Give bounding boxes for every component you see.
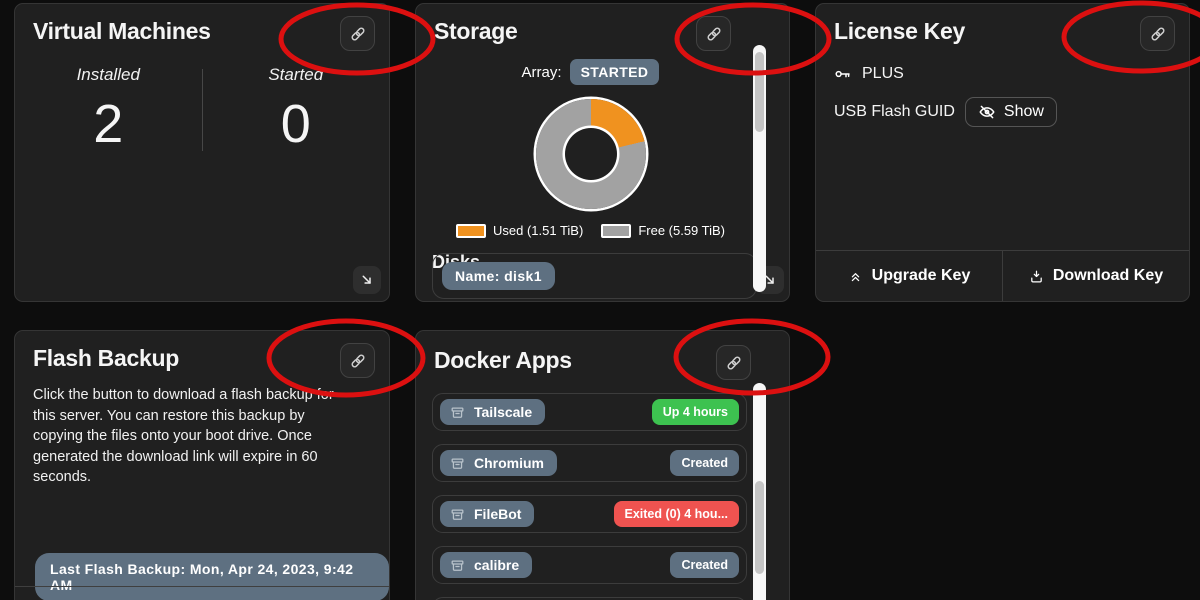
license-tier-row: PLUS bbox=[834, 65, 1171, 83]
array-status-row: Array: STARTED bbox=[432, 59, 749, 85]
guid-label: USB Flash GUID bbox=[834, 103, 955, 121]
flash-backup-title: Flash Backup bbox=[33, 343, 179, 373]
angles-up-icon bbox=[848, 269, 863, 284]
array-status-badge: STARTED bbox=[570, 59, 660, 85]
vm-started-label: Started bbox=[203, 65, 390, 85]
license-tier: PLUS bbox=[862, 65, 904, 83]
docker-app-name: FileBot bbox=[474, 506, 521, 522]
free-legend-label: Free (5.59 TiB) bbox=[638, 223, 725, 238]
docker-app-name-badge[interactable]: Chromium bbox=[440, 450, 557, 476]
resize-arrow-icon bbox=[358, 271, 376, 289]
vm-started-value: 0 bbox=[203, 93, 390, 155]
card-header: Virtual Machines bbox=[15, 4, 389, 51]
flash-backup-card: Flash Backup Click the button to downloa… bbox=[14, 330, 390, 600]
container-icon bbox=[450, 507, 465, 522]
storage-title: Storage bbox=[434, 16, 518, 46]
flash-footer-divider bbox=[15, 586, 389, 587]
storage-card: Storage Array: STARTED Used (1.51 TiB) bbox=[415, 3, 790, 302]
docker-app-name: calibre bbox=[474, 557, 519, 573]
docker-app-status-badge: Created bbox=[670, 552, 739, 578]
container-icon bbox=[450, 456, 465, 471]
vm-installed-value: 2 bbox=[15, 93, 202, 155]
free-swatch bbox=[601, 224, 631, 238]
used-swatch bbox=[456, 224, 486, 238]
card-header: Flash Backup bbox=[15, 331, 389, 378]
license-footer: Upgrade Key Download Key bbox=[816, 250, 1189, 301]
license-guid-row: USB Flash GUID Show bbox=[834, 97, 1171, 127]
vm-stats: Installed 2 Started 0 bbox=[15, 65, 389, 155]
docker-app-row[interactable]: calibre Created bbox=[432, 546, 747, 584]
docker-app-status-badge: Created bbox=[670, 450, 739, 476]
array-label: Array: bbox=[522, 64, 562, 81]
download-key-button[interactable]: Download Key bbox=[1002, 251, 1189, 301]
virtual-machines-title: Virtual Machines bbox=[33, 16, 211, 46]
docker-apps-card: Docker Apps Tailscale Up 4 hours Chromiu… bbox=[415, 330, 790, 600]
license-key-title: License Key bbox=[834, 16, 965, 46]
upgrade-key-button[interactable]: Upgrade Key bbox=[816, 251, 1002, 301]
download-icon bbox=[1029, 269, 1044, 284]
storage-legend: Used (1.51 TiB) Free (5.59 TiB) bbox=[432, 223, 749, 238]
legend-item-used: Used (1.51 TiB) bbox=[456, 223, 583, 238]
docker-app-row[interactable]: Tailscale Up 4 hours bbox=[432, 393, 747, 431]
unraid-dashboard: Virtual Machines Installed 2 Started 0 S… bbox=[0, 0, 1200, 600]
license-body: PLUS USB Flash GUID Show bbox=[816, 51, 1189, 127]
link-icon bbox=[349, 25, 367, 43]
disk-row[interactable]: Name: disk1 bbox=[432, 253, 757, 299]
docker-app-name-badge[interactable]: Tailscale bbox=[440, 399, 545, 425]
card-header: Storage bbox=[416, 4, 789, 51]
docker-scrollbar[interactable] bbox=[753, 383, 766, 600]
docker-app-name-badge[interactable]: FileBot bbox=[440, 501, 534, 527]
used-legend-label: Used (1.51 TiB) bbox=[493, 223, 583, 238]
storage-scrollbar[interactable] bbox=[753, 45, 766, 292]
storage-donut-wrap bbox=[432, 99, 749, 209]
docker-app-name: Chromium bbox=[474, 455, 544, 471]
license-link-button[interactable] bbox=[1140, 16, 1175, 51]
link-icon bbox=[1149, 25, 1167, 43]
docker-apps-title: Docker Apps bbox=[434, 345, 572, 375]
storage-donut-hole bbox=[565, 128, 617, 180]
last-flash-backup-badge: Last Flash Backup: Mon, Apr 24, 2023, 9:… bbox=[35, 553, 389, 600]
storage-body: Array: STARTED Used (1.51 TiB) Free (5.5… bbox=[416, 51, 789, 238]
key-icon bbox=[834, 65, 852, 83]
docker-app-row[interactable]: Chromium Created bbox=[432, 444, 747, 482]
storage-donut bbox=[536, 99, 646, 209]
card-header: License Key bbox=[816, 4, 1189, 51]
docker-app-row[interactable]: FileBot Exited (0) 4 hou... bbox=[432, 495, 747, 533]
link-icon bbox=[705, 25, 723, 43]
legend-item-free: Free (5.59 TiB) bbox=[601, 223, 725, 238]
storage-scrollbar-thumb[interactable] bbox=[755, 52, 764, 132]
vm-link-button[interactable] bbox=[340, 16, 375, 51]
link-icon bbox=[349, 352, 367, 370]
vm-installed-label: Installed bbox=[15, 65, 202, 85]
show-button-label: Show bbox=[1004, 103, 1044, 121]
card-header: Docker Apps bbox=[416, 331, 789, 380]
vm-started-stat: Started 0 bbox=[203, 65, 390, 155]
docker-app-name-badge[interactable]: calibre bbox=[440, 552, 532, 578]
container-icon bbox=[450, 558, 465, 573]
container-icon bbox=[450, 405, 465, 420]
docker-app-status-badge: Exited (0) 4 hou... bbox=[614, 501, 740, 527]
storage-link-button[interactable] bbox=[696, 16, 731, 51]
link-icon bbox=[725, 354, 743, 372]
upgrade-key-label: Upgrade Key bbox=[872, 267, 971, 285]
download-key-label: Download Key bbox=[1053, 267, 1163, 285]
docker-app-status-badge: Up 4 hours bbox=[652, 399, 739, 425]
disk-name-badge: Name: disk1 bbox=[442, 262, 555, 290]
vm-resize-handle[interactable] bbox=[353, 266, 381, 294]
docker-app-list: Tailscale Up 4 hours Chromium Created Fi… bbox=[432, 393, 747, 600]
vm-installed-stat: Installed 2 bbox=[15, 65, 202, 155]
flash-backup-description: Click the button to download a flash bac… bbox=[15, 378, 375, 488]
eye-slash-icon bbox=[978, 103, 996, 121]
docker-link-button[interactable] bbox=[716, 345, 751, 380]
flash-link-button[interactable] bbox=[340, 343, 375, 378]
docker-scrollbar-thumb[interactable] bbox=[755, 481, 764, 574]
show-guid-button[interactable]: Show bbox=[965, 97, 1057, 127]
virtual-machines-card: Virtual Machines Installed 2 Started 0 bbox=[14, 3, 390, 302]
docker-app-name: Tailscale bbox=[474, 404, 532, 420]
license-key-card: License Key PLUS USB Flash GUID Show bbox=[815, 3, 1190, 302]
